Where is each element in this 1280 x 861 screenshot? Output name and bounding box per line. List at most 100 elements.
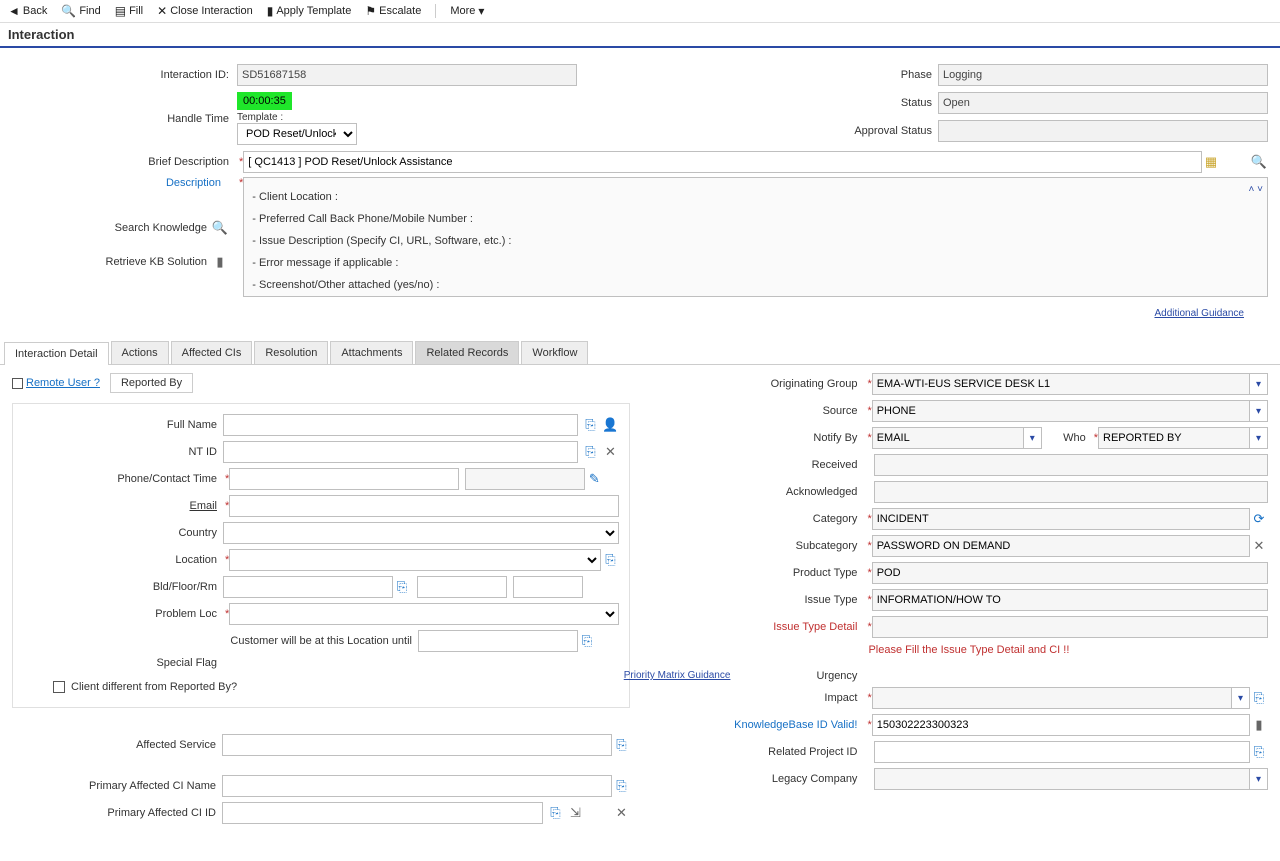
- full-name-field[interactable]: [223, 414, 578, 436]
- person-icon[interactable]: 👤: [601, 416, 619, 434]
- copy-icon[interactable]: ⎘: [612, 777, 630, 795]
- edit-icon[interactable]: ✎: [585, 470, 603, 488]
- calendar-icon[interactable]: ⎘: [578, 632, 596, 650]
- tab-related-records[interactable]: Related Records: [415, 341, 519, 364]
- approval-status-field[interactable]: [938, 120, 1268, 142]
- subcategory-field[interactable]: [872, 535, 1250, 557]
- copy-icon[interactable]: ⎘: [393, 578, 411, 596]
- copy-icon[interactable]: ⎘: [581, 416, 599, 434]
- find-button[interactable]: 🔍Find: [61, 4, 100, 18]
- warning-message: Please Fill the Issue Type Detail and CI…: [868, 644, 1268, 656]
- email-field[interactable]: [229, 495, 619, 517]
- copy-icon[interactable]: ⎘: [601, 551, 619, 569]
- copy-icon[interactable]: ⎘: [612, 736, 630, 754]
- product-type-field[interactable]: [872, 562, 1268, 584]
- description-label: Description: [166, 177, 229, 189]
- client-diff-checkbox[interactable]: Client different from Reported By?: [53, 681, 619, 693]
- subcategory-label: Subcategory: [710, 540, 865, 552]
- affected-service-label: Affected Service: [12, 739, 222, 751]
- copy-icon[interactable]: ⎘: [546, 804, 564, 822]
- apply-template-button[interactable]: ▮Apply Template: [267, 4, 352, 18]
- more-button[interactable]: More▾: [450, 4, 484, 18]
- additional-guidance-link[interactable]: Additional Guidance: [1154, 308, 1244, 319]
- category-field[interactable]: [872, 508, 1250, 530]
- affected-service-field[interactable]: [222, 734, 612, 756]
- refresh-icon[interactable]: ⟳: [1250, 510, 1268, 528]
- template-select[interactable]: POD Reset/Unlock: [237, 123, 357, 145]
- issue-type-field[interactable]: [872, 589, 1268, 611]
- received-field[interactable]: [874, 454, 1268, 476]
- issue-type-label: Issue Type: [710, 594, 865, 606]
- source-field[interactable]: [872, 400, 1250, 422]
- close-interaction-button[interactable]: ✕Close Interaction: [157, 4, 253, 18]
- dropdown-icon[interactable]: ▾: [1024, 427, 1042, 449]
- retrieve-kb-icon[interactable]: ▮: [211, 253, 229, 271]
- search-icon: 🔍: [61, 4, 76, 18]
- brief-description-field[interactable]: [243, 151, 1202, 173]
- priority-matrix-link[interactable]: Priority Matrix Guidance: [624, 670, 731, 681]
- phase-label: Phase: [838, 69, 938, 81]
- clear-icon[interactable]: ✕: [601, 443, 619, 461]
- primary-ci-name-field[interactable]: [222, 775, 612, 797]
- tab-interaction-detail[interactable]: Interaction Detail: [4, 342, 109, 365]
- clear-icon[interactable]: ✕: [612, 804, 630, 822]
- primary-ci-name-label: Primary Affected CI Name: [12, 780, 222, 792]
- template-label: Template :: [237, 112, 357, 123]
- description-textarea[interactable]: ˄ ˅ - Client Location : - Preferred Call…: [243, 177, 1268, 297]
- reported-by-tab[interactable]: Reported By: [110, 373, 193, 393]
- ack-field[interactable]: [874, 481, 1268, 503]
- building-field[interactable]: [223, 576, 393, 598]
- legacy-field[interactable]: [874, 768, 1250, 790]
- primary-ci-id-field[interactable]: [222, 802, 543, 824]
- link-icon[interactable]: ⇲: [566, 804, 584, 822]
- related-proj-field[interactable]: [874, 741, 1250, 763]
- back-button[interactable]: ◄Back: [8, 4, 47, 18]
- country-select[interactable]: [223, 522, 619, 544]
- dropdown-icon[interactable]: ▾: [1250, 768, 1268, 790]
- db-icon[interactable]: ▮: [1250, 716, 1268, 734]
- tab-workflow[interactable]: Workflow: [521, 341, 588, 364]
- escalate-button[interactable]: ⚑Escalate: [365, 4, 421, 18]
- cust-loc-until-field[interactable]: [418, 630, 578, 652]
- tab-affected-cis[interactable]: Affected CIs: [171, 341, 253, 364]
- chevron-down-icon: ▾: [478, 4, 484, 18]
- orig-group-field[interactable]: [872, 373, 1250, 395]
- urgency-label: Urgency: [710, 670, 865, 682]
- who-field[interactable]: [1098, 427, 1250, 449]
- dropdown-icon[interactable]: ▾: [1250, 373, 1268, 395]
- phone-field[interactable]: [229, 468, 459, 490]
- tab-actions[interactable]: Actions: [111, 341, 169, 364]
- notes-icon[interactable]: ▦: [1202, 153, 1220, 171]
- scroll-updown-icon[interactable]: ˄ ˅: [1249, 180, 1263, 200]
- copy-icon[interactable]: ⎘: [1250, 743, 1268, 761]
- source-label: Source: [710, 405, 865, 417]
- impact-field[interactable]: [872, 687, 1232, 709]
- clear-icon[interactable]: ✕: [1250, 537, 1268, 555]
- interaction-id-field[interactable]: [237, 64, 577, 86]
- status-field[interactable]: [938, 92, 1268, 114]
- problem-loc-select[interactable]: [229, 603, 619, 625]
- copy-icon[interactable]: ⎘: [581, 443, 599, 461]
- contact-time-field[interactable]: [465, 468, 585, 490]
- room-field[interactable]: [513, 576, 583, 598]
- related-proj-label: Related Project ID: [710, 746, 865, 758]
- floor-field[interactable]: [417, 576, 507, 598]
- remote-user-checkbox[interactable]: Remote User ?: [12, 377, 100, 389]
- full-name-label: Full Name: [23, 419, 223, 431]
- dropdown-icon[interactable]: ▾: [1250, 400, 1268, 422]
- nt-id-field[interactable]: [223, 441, 578, 463]
- issue-type-detail-field[interactable]: [872, 616, 1268, 638]
- header-form: Interaction ID: Handle Time 00:00:35 Tem…: [0, 56, 1280, 327]
- tab-resolution[interactable]: Resolution: [254, 341, 328, 364]
- phase-field[interactable]: [938, 64, 1268, 86]
- notify-by-field[interactable]: [872, 427, 1024, 449]
- search-knowledge-icon[interactable]: 🔍: [211, 219, 229, 237]
- dropdown-icon[interactable]: ▾: [1232, 687, 1250, 709]
- tab-attachments[interactable]: Attachments: [330, 341, 413, 364]
- kb-valid-field[interactable]: [872, 714, 1250, 736]
- dropdown-icon[interactable]: ▾: [1250, 427, 1268, 449]
- fill-button[interactable]: ▤Fill: [115, 4, 143, 18]
- copy-icon[interactable]: ⎘: [1250, 689, 1268, 707]
- search-brief-icon[interactable]: 🔍: [1250, 153, 1268, 171]
- location-select[interactable]: [229, 549, 601, 571]
